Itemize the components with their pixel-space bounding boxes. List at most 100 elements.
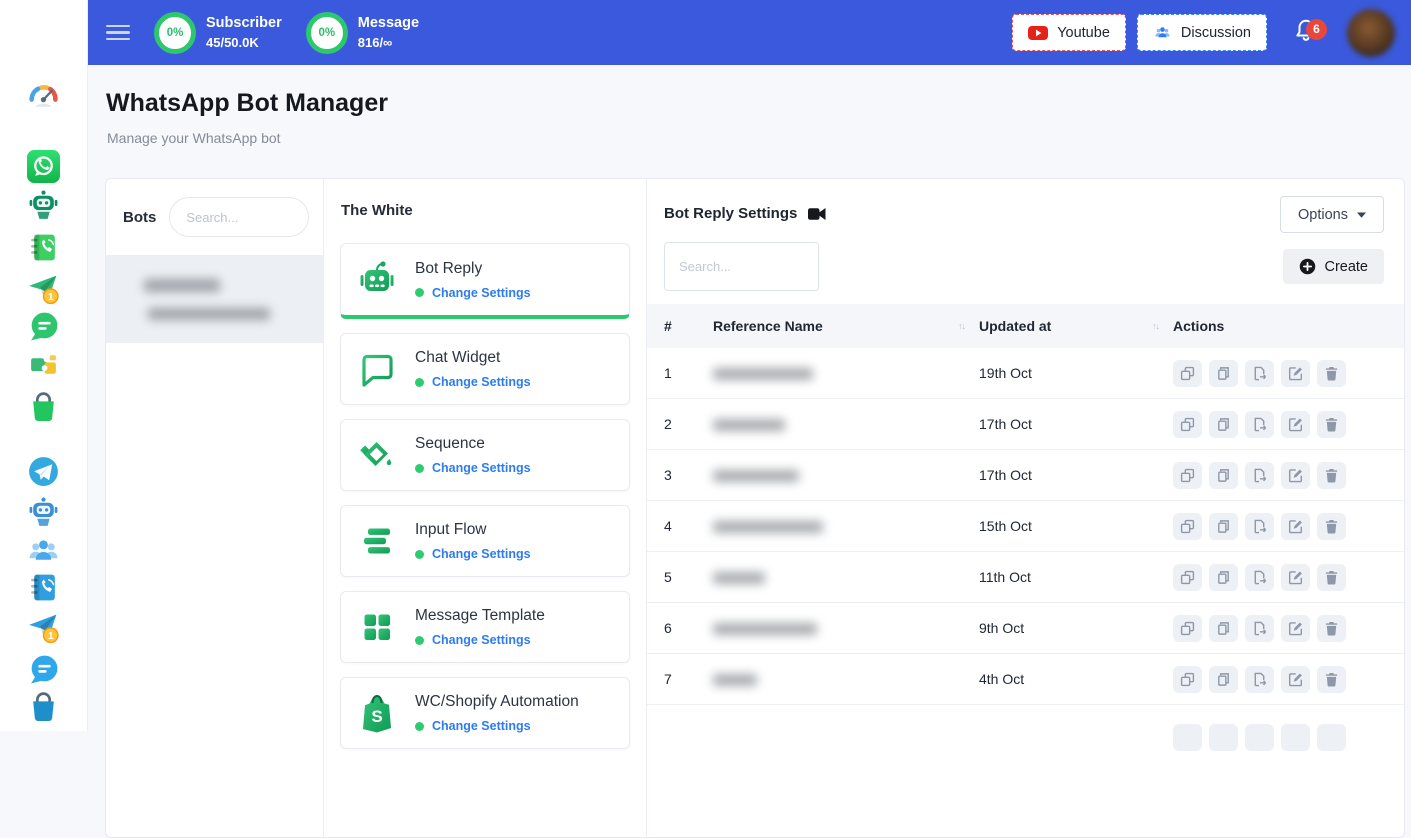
updated-at: 9th Oct [979, 620, 1173, 636]
export-button[interactable] [1245, 360, 1274, 387]
reference-name-redacted [713, 674, 757, 686]
message-value: 816/∞ [358, 35, 419, 50]
change-settings-link[interactable]: Change Settings [432, 547, 531, 561]
copy-button[interactable] [1209, 513, 1238, 540]
copy-button[interactable] [1209, 564, 1238, 591]
telegram-livechat-icon[interactable] [27, 653, 60, 686]
telegram-ecommerce-icon[interactable] [27, 690, 60, 723]
col-header-actions: Actions [1173, 318, 1387, 334]
card-bot-reply[interactable]: Bot Reply Change Settings [340, 243, 630, 319]
whatsapp-livechat-icon[interactable] [27, 310, 60, 343]
export-button[interactable] [1245, 615, 1274, 642]
delete-button[interactable] [1317, 513, 1346, 540]
video-camera-icon[interactable] [808, 207, 826, 221]
card-message-template[interactable]: Message Template Change Settings [340, 591, 630, 663]
telegram-contacts-icon[interactable] [27, 571, 60, 604]
whatsapp-icon[interactable] [27, 150, 60, 183]
copy-button[interactable] [1209, 462, 1238, 489]
whatsapp-broadcast-icon[interactable] [27, 272, 60, 305]
edit-button[interactable] [1281, 615, 1310, 642]
discussion-users-icon [1153, 24, 1172, 41]
change-settings-link[interactable]: Change Settings [432, 286, 531, 300]
change-settings-link[interactable]: Change Settings [432, 375, 531, 389]
edit-button[interactable] [1281, 724, 1310, 751]
edit-button[interactable] [1281, 411, 1310, 438]
table-row: 2 17th Oct [647, 399, 1404, 450]
delete-button[interactable] [1317, 564, 1346, 591]
delete-button[interactable] [1317, 462, 1346, 489]
message-stat: 0% Message 816/∞ [306, 12, 419, 54]
dashboard-gauge-icon[interactable] [27, 79, 60, 112]
clone-button[interactable] [1173, 360, 1202, 387]
options-button[interactable]: Options [1280, 196, 1384, 233]
copy-button[interactable] [1209, 724, 1238, 751]
clone-button[interactable] [1173, 615, 1202, 642]
status-dot [415, 550, 424, 559]
export-button[interactable] [1245, 724, 1274, 751]
user-avatar[interactable] [1347, 9, 1395, 57]
reference-name-redacted [713, 572, 765, 584]
card-title: Bot Reply [415, 260, 482, 277]
whatsapp-ecommerce-icon[interactable] [27, 390, 60, 423]
delete-button[interactable] [1317, 615, 1346, 642]
edit-button[interactable] [1281, 513, 1310, 540]
integrations-puzzle-icon[interactable] [27, 349, 60, 382]
card-sequence[interactable]: Sequence Change Settings [340, 419, 630, 491]
edit-button[interactable] [1281, 666, 1310, 693]
clone-button[interactable] [1173, 666, 1202, 693]
table-panel-title: Bot Reply Settings [664, 205, 797, 222]
card-input-flow[interactable]: Input Flow Change Settings [340, 505, 630, 577]
notification-bell[interactable]: 6 [1293, 17, 1319, 49]
page-subtitle: Manage your WhatsApp bot [107, 130, 1411, 146]
hamburger-menu-icon[interactable] [106, 20, 130, 45]
telegram-icon[interactable] [27, 455, 60, 488]
delete-button[interactable] [1317, 666, 1346, 693]
copy-button[interactable] [1209, 360, 1238, 387]
table-search-input[interactable] [664, 242, 819, 291]
export-button[interactable] [1245, 564, 1274, 591]
reference-name-redacted [713, 470, 799, 482]
export-button[interactable] [1245, 411, 1274, 438]
status-dot [415, 378, 424, 387]
youtube-button[interactable]: Youtube [1012, 14, 1126, 51]
telegram-broadcast-icon[interactable] [27, 611, 60, 644]
col-header-name: Reference Name [713, 318, 823, 334]
table-row: 1 19th Oct [647, 348, 1404, 399]
export-button[interactable] [1245, 462, 1274, 489]
card-chat-widget[interactable]: Chat Widget Change Settings [340, 333, 630, 405]
telegram-group-icon[interactable] [27, 534, 60, 567]
whatsapp-bot-icon[interactable] [27, 189, 60, 222]
bots-search-input[interactable] [169, 197, 309, 237]
subscriber-value: 45/50.0K [206, 35, 282, 50]
clone-button[interactable] [1173, 564, 1202, 591]
clone-button[interactable] [1173, 724, 1202, 751]
card-wc-shopify-automation[interactable]: WC/Shopify Automation Change Settings [340, 677, 630, 749]
create-button[interactable]: Create [1283, 249, 1384, 284]
whatsapp-contacts-icon[interactable] [27, 231, 60, 264]
bot-list-item-selected[interactable] [106, 256, 323, 343]
export-button[interactable] [1245, 513, 1274, 540]
edit-button[interactable] [1281, 462, 1310, 489]
export-button[interactable] [1245, 666, 1274, 693]
copy-button[interactable] [1209, 411, 1238, 438]
edit-button[interactable] [1281, 564, 1310, 591]
discussion-button[interactable]: Discussion [1137, 14, 1267, 51]
delete-button[interactable] [1317, 360, 1346, 387]
delete-button[interactable] [1317, 724, 1346, 751]
copy-button[interactable] [1209, 615, 1238, 642]
edit-button[interactable] [1281, 360, 1310, 387]
clone-button[interactable] [1173, 462, 1202, 489]
card-title: Message Template [415, 607, 545, 624]
copy-button[interactable] [1209, 666, 1238, 693]
delete-button[interactable] [1317, 411, 1346, 438]
sort-icon[interactable]: ↑↓ [958, 321, 965, 331]
clone-button[interactable] [1173, 411, 1202, 438]
sort-icon[interactable]: ↑↓ [1152, 321, 1159, 331]
table-row: 4 15th Oct [647, 501, 1404, 552]
clone-button[interactable] [1173, 513, 1202, 540]
telegram-bot-icon[interactable] [27, 496, 60, 529]
change-settings-link[interactable]: Change Settings [432, 633, 531, 647]
change-settings-link[interactable]: Change Settings [432, 461, 531, 475]
updated-at: 4th Oct [979, 671, 1173, 687]
notification-count-badge: 6 [1306, 19, 1327, 40]
